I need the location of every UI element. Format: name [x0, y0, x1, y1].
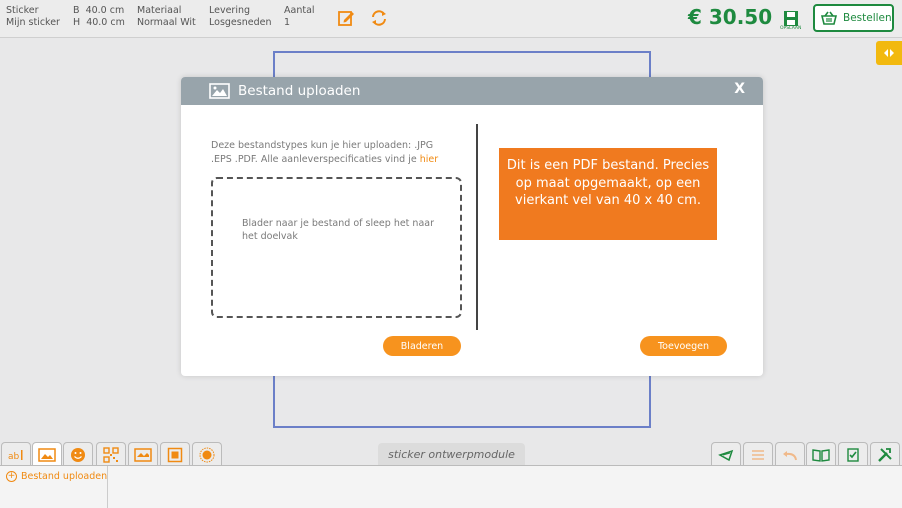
svg-text:ab: ab	[8, 452, 20, 462]
top-bar: Sticker Mijn sticker B 40.0 cm H 40.0 cm…	[0, 0, 902, 38]
smiley-icon	[71, 447, 85, 462]
upload-link-label: Bestand uploaden	[21, 471, 108, 482]
book-icon	[812, 448, 830, 462]
tool-preview[interactable]	[711, 442, 741, 466]
module-label: sticker ontwerpmodule	[378, 443, 525, 466]
background-image-icon	[134, 447, 152, 462]
refresh-icon[interactable]	[370, 9, 388, 27]
tool-check[interactable]	[838, 442, 868, 466]
undo-icon	[783, 450, 797, 460]
material-value: Normaal Wit	[137, 17, 196, 28]
plus-circle-icon: +	[6, 471, 17, 482]
image-icon	[209, 83, 230, 99]
spec-link[interactable]: hier	[420, 154, 438, 165]
pdf-info-box: Dit is een PDF bestand. Precies op maat …	[499, 148, 717, 240]
badge-icon	[199, 447, 215, 462]
side-panel-toggle[interactable]	[876, 41, 902, 65]
tool-guide[interactable]	[806, 442, 836, 466]
list-icon	[752, 449, 764, 460]
quantity-label: Aantal	[284, 5, 315, 16]
qr-code-icon	[103, 446, 119, 463]
material-label: Materiaal	[137, 5, 182, 16]
tool-undo[interactable]	[775, 442, 805, 466]
save-label[interactable]: OPSLAAN	[780, 26, 801, 31]
dialog-header: Bestand uploaden X	[181, 77, 763, 105]
product-info: Sticker Mijn sticker	[6, 5, 60, 29]
delivery-label: Levering	[209, 5, 251, 16]
add-button[interactable]: Toevoegen	[640, 336, 727, 356]
height-value: 40.0 cm	[86, 17, 125, 28]
product-value: Mijn sticker	[6, 17, 60, 28]
tool-layers[interactable]	[743, 442, 773, 466]
hint-text: Deze bestandstypes kun je hier uploaden:…	[211, 140, 434, 165]
dialog-title: Bestand uploaden	[238, 83, 361, 99]
delivery-value: Losgesneden	[209, 17, 272, 28]
material-info: Materiaal Normaal Wit	[137, 5, 196, 29]
height-label: H	[73, 17, 81, 28]
tool-shape[interactable]	[160, 442, 190, 466]
square-shape-icon	[167, 447, 183, 462]
delivery-info: Levering Losgesneden	[209, 5, 271, 29]
tool-sticker-shape[interactable]	[192, 442, 222, 466]
browse-button[interactable]: Bladeren	[383, 336, 461, 356]
upload-file-link[interactable]: + Bestand uploaden	[6, 471, 107, 482]
order-button[interactable]: Bestellen	[813, 4, 894, 32]
size-info: B 40.0 cm H 40.0 cm	[73, 5, 125, 29]
edit-icon[interactable]	[337, 9, 355, 27]
basket-icon	[821, 11, 837, 25]
document-check-icon	[847, 447, 859, 462]
upload-dialog: Bestand uploaden X Deze bestandstypes ku…	[181, 77, 763, 376]
preview-icon	[718, 449, 734, 461]
close-button[interactable]: X	[734, 81, 745, 97]
product-label: Sticker	[6, 5, 39, 16]
quantity-value: 1	[284, 17, 291, 28]
tool-text[interactable]: ab	[1, 442, 31, 466]
total-price: € 30.50	[688, 5, 773, 29]
panel-separator	[107, 466, 108, 508]
drop-zone-text: Blader naar je bestand of sleep het naar…	[242, 218, 434, 242]
tool-image[interactable]	[32, 442, 62, 466]
width-value: 40.0 cm	[85, 5, 125, 16]
quantity-info: Aantal 1	[284, 5, 315, 29]
drop-zone[interactable]: Blader naar je bestand of sleep het naar…	[211, 177, 462, 318]
order-label: Bestellen	[843, 12, 892, 24]
bottom-panel: + Bestand uploaden	[0, 465, 902, 508]
upload-hint: Deze bestandstypes kun je hier uploaden:…	[211, 139, 456, 167]
divider	[476, 124, 478, 330]
tool-settings[interactable]	[870, 442, 900, 466]
width-label: B	[73, 5, 80, 16]
tools-icon	[878, 447, 892, 462]
tool-qr[interactable]	[96, 442, 126, 466]
tool-background[interactable]	[128, 442, 158, 466]
image-tool-icon	[38, 447, 56, 462]
tool-emoji[interactable]	[63, 442, 93, 466]
arrows-left-right-icon	[884, 49, 894, 57]
text-tool-icon: ab	[8, 449, 23, 462]
